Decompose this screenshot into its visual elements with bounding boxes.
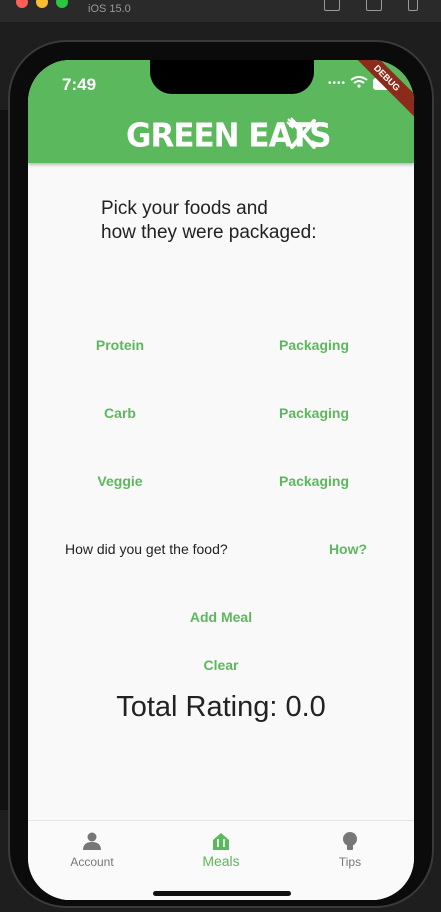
cellular-icon: ••••	[328, 78, 347, 89]
zoom-window-button[interactable]	[56, 0, 68, 8]
protein-button[interactable]: Protein	[80, 337, 160, 353]
debug-banner: DEBUG	[342, 60, 414, 123]
meal-builder: Pick your foods and how they were packag…	[28, 163, 414, 823]
nav-label-account: Account	[70, 855, 114, 869]
minimize-window-button[interactable]	[36, 0, 48, 8]
add-meal-button[interactable]: Add Meal	[171, 609, 271, 625]
status-time: 7:49	[62, 75, 97, 94]
nav-item-meals[interactable]: Meals	[157, 821, 285, 881]
carb-packaging-button[interactable]: Packaging	[264, 405, 364, 421]
bottom-navigation: Account Meals Tips	[28, 820, 414, 900]
simulator-title-bar: iOS 15.0	[0, 0, 441, 22]
total-rating: Total Rating: 0.0	[116, 691, 326, 723]
veggie-packaging-button[interactable]: Packaging	[264, 473, 364, 489]
person-icon	[83, 832, 101, 850]
rotate-icon[interactable]	[408, 0, 418, 11]
lightbulb-icon	[343, 832, 357, 850]
nav-item-account[interactable]: Account	[28, 821, 156, 881]
clear-button[interactable]: Clear	[181, 657, 261, 673]
protein-packaging-button[interactable]: Packaging	[264, 337, 364, 353]
editor-edge	[0, 110, 8, 810]
home-icon[interactable]	[324, 0, 340, 11]
home-indicator[interactable]	[153, 891, 291, 896]
nav-label-tips: Tips	[338, 855, 362, 869]
iphone-frame: 7:49 •••• DEBUG GREEN EATS Pick your foo…	[8, 40, 434, 908]
food-prompt: Pick your foods and how they were packag…	[101, 198, 317, 243]
restaurant-icon	[213, 833, 229, 850]
screenshot-icon[interactable]	[366, 0, 382, 11]
delivery-method-button[interactable]: How?	[318, 541, 378, 557]
wifi-icon	[350, 76, 368, 88]
fork-knife-icon	[286, 117, 316, 149]
app-screen: 7:49 •••• DEBUG GREEN EATS Pick your foo…	[28, 60, 414, 900]
close-window-button[interactable]	[16, 0, 28, 8]
device-notch	[150, 60, 314, 94]
veggie-button[interactable]: Veggie	[80, 473, 160, 489]
carb-button[interactable]: Carb	[80, 405, 160, 421]
nav-item-tips[interactable]: Tips	[286, 821, 414, 881]
simulator-os-version: iOS 15.0	[88, 3, 131, 15]
nav-label-meals: Meals	[202, 853, 240, 869]
delivery-question: How did you get the food?	[65, 541, 228, 557]
